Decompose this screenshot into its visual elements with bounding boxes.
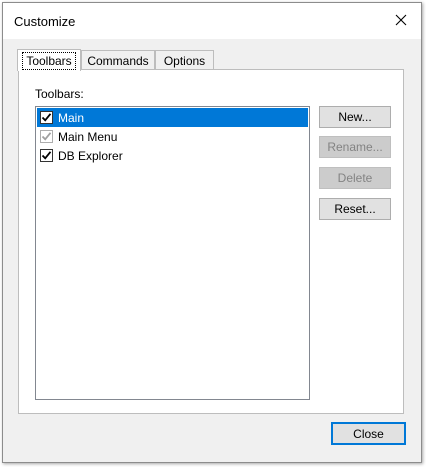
checkmark-icon bbox=[41, 132, 52, 141]
tab-toolbars-label: Toolbars bbox=[22, 51, 76, 70]
toolbars-listbox[interactable]: Main Main Menu DB Explorer bbox=[35, 106, 310, 400]
close-window-button[interactable] bbox=[387, 7, 415, 33]
rename-toolbar-button[interactable]: Rename... bbox=[319, 136, 391, 158]
close-icon bbox=[395, 14, 407, 26]
checkmark-icon bbox=[41, 151, 52, 160]
customize-dialog: Customize Toolbars Commands Options Tool… bbox=[2, 2, 422, 463]
main-menu-checkbox bbox=[40, 130, 53, 143]
tab-options[interactable]: Options bbox=[155, 50, 214, 70]
close-button[interactable]: Close bbox=[331, 422, 406, 445]
list-item-label: DB Explorer bbox=[58, 148, 123, 163]
close-button-label: Close bbox=[353, 426, 384, 441]
list-item-db-explorer[interactable]: DB Explorer bbox=[37, 146, 308, 165]
title-bar: Customize bbox=[3, 3, 421, 39]
delete-button-label: Delete bbox=[337, 171, 373, 185]
list-item-label: Main Menu bbox=[58, 129, 118, 144]
window-title: Customize bbox=[14, 14, 76, 29]
list-item-label: Main bbox=[58, 110, 85, 125]
new-button-label: New... bbox=[338, 110, 372, 124]
toolbars-list-label: Toolbars: bbox=[35, 87, 84, 101]
rename-button-label: Rename... bbox=[327, 140, 383, 154]
new-toolbar-button[interactable]: New... bbox=[319, 106, 391, 128]
reset-toolbar-button[interactable]: Reset... bbox=[319, 198, 391, 220]
list-item-main[interactable]: Main bbox=[37, 108, 308, 127]
checkmark-icon bbox=[41, 113, 52, 122]
reset-button-label: Reset... bbox=[334, 202, 376, 216]
tab-options-label: Options bbox=[163, 53, 206, 68]
delete-toolbar-button[interactable]: Delete bbox=[319, 167, 391, 189]
toolbars-tab-panel: Toolbars: Main Main Menu DB Explorer New… bbox=[18, 69, 404, 414]
tab-commands[interactable]: Commands bbox=[81, 50, 155, 70]
main-checkbox[interactable] bbox=[40, 111, 53, 124]
tab-toolbars[interactable]: Toolbars bbox=[17, 49, 81, 71]
db-explorer-checkbox[interactable] bbox=[40, 149, 53, 162]
tab-commands-label: Commands bbox=[87, 53, 149, 68]
list-item-main-menu[interactable]: Main Menu bbox=[37, 127, 308, 146]
